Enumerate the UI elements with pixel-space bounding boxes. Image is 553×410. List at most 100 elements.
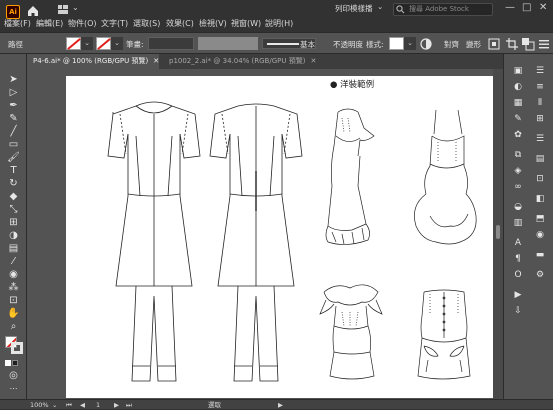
arrange-icon[interactable] bbox=[522, 38, 535, 51]
opacity-label[interactable]: 不透明度 bbox=[333, 39, 363, 50]
paragraph-panel-icon[interactable]: ¶ bbox=[512, 254, 524, 265]
recolor-icon[interactable] bbox=[420, 38, 432, 50]
home-icon[interactable] bbox=[26, 4, 40, 18]
workspace-icon[interactable] bbox=[58, 5, 68, 14]
graphic-styles-panel-icon[interactable]: ▤ bbox=[534, 154, 546, 165]
variables-panel-icon[interactable]: ⚙ bbox=[534, 270, 546, 281]
fill-swatch[interactable] bbox=[66, 37, 81, 50]
blend-tool-icon[interactable]: ◉ bbox=[7, 269, 20, 281]
direct-selection-tool-icon[interactable]: ▷ bbox=[7, 87, 20, 99]
graphic-style-swatch[interactable] bbox=[389, 37, 404, 50]
artboards-panel-icon[interactable]: ⊡ bbox=[534, 174, 546, 185]
transform-panel-icon[interactable]: ⊞ bbox=[534, 114, 546, 125]
actions-panel-icon[interactable]: ▶ bbox=[512, 290, 524, 301]
navigator-panel-icon[interactable]: ◉ bbox=[534, 230, 546, 241]
menu-window[interactable]: 視窗(W) bbox=[231, 18, 261, 29]
free-transform-tool-icon[interactable]: ⊞ bbox=[7, 217, 20, 229]
gradient-panel-icon[interactable]: ▥ bbox=[512, 218, 524, 229]
properties-panel-icon[interactable]: ▣ bbox=[512, 66, 524, 77]
info-panel-icon[interactable]: ▬ bbox=[534, 250, 546, 261]
line-tool-icon[interactable]: ╱ bbox=[7, 126, 20, 138]
eraser-tool-icon[interactable]: ◆ bbox=[7, 191, 20, 203]
tab-document-1[interactable]: P4-6.ai* @ 100% (RGB/GPU 預覽) ✕ bbox=[27, 54, 159, 69]
align-panel-icon[interactable]: ⫴ bbox=[534, 98, 546, 109]
sketch-ruffle-collar-dress bbox=[319, 284, 383, 380]
zoom-tool-icon[interactable]: ⌕ bbox=[7, 321, 20, 333]
close-button[interactable]: ✕ bbox=[539, 2, 547, 13]
stroke-color-icon[interactable] bbox=[11, 342, 23, 354]
curvature-tool-icon[interactable]: ✎ bbox=[7, 113, 20, 125]
maximize-button[interactable]: □ bbox=[522, 2, 531, 13]
search-input[interactable]: 搜尋 Adobe Stock bbox=[393, 3, 493, 16]
default-colors-icon[interactable] bbox=[5, 360, 11, 366]
stroke-panel-icon[interactable]: ≡ bbox=[534, 82, 546, 93]
artboard-tool-icon[interactable]: ⊡ bbox=[7, 295, 20, 307]
stroke-weight-label: 筆畫: bbox=[126, 40, 144, 49]
rotate-tool-icon[interactable]: ↻ bbox=[7, 178, 20, 190]
stroke-dropdown[interactable]: ⌄ bbox=[111, 37, 123, 50]
align-button[interactable]: 對齊 bbox=[444, 39, 459, 50]
appearance-panel-icon[interactable]: ☰ bbox=[534, 134, 546, 145]
stroke-weight-field[interactable] bbox=[148, 37, 194, 50]
symbols-panel-icon[interactable]: ✿ bbox=[512, 130, 524, 141]
pathfinder-panel-icon[interactable]: ⧉ bbox=[512, 150, 524, 161]
stroke-style-label: 基本 bbox=[300, 40, 315, 49]
menu-select[interactable]: 選取(S) bbox=[133, 18, 160, 29]
shape-builder-tool-icon[interactable]: ◑ bbox=[7, 230, 20, 242]
color-panel-icon[interactable]: ◐ bbox=[512, 82, 524, 93]
close-icon[interactable]: ✕ bbox=[310, 57, 316, 65]
swatches-panel-icon[interactable]: ▦ bbox=[512, 98, 524, 109]
stroke-swatch[interactable] bbox=[96, 37, 111, 50]
fill-dropdown[interactable]: ⌄ bbox=[81, 37, 93, 50]
tab-document-1-label: P4-6.ai* @ 100% (RGB/GPU 預覽) bbox=[33, 57, 149, 65]
panel-menu-icon[interactable] bbox=[538, 38, 550, 50]
transform-button[interactable]: 變形 bbox=[466, 39, 481, 50]
type-tool-icon[interactable]: T bbox=[7, 165, 20, 177]
menu-object[interactable]: 物件(O) bbox=[68, 18, 97, 29]
symbol-sprayer-tool-icon[interactable]: ⁂ bbox=[7, 282, 20, 294]
menu-help[interactable]: 說明(H) bbox=[265, 18, 293, 29]
print-mode-chevron-icon[interactable]: ⌄ bbox=[377, 2, 383, 11]
menu-edit[interactable]: 編輯(E) bbox=[36, 18, 63, 29]
character-panel-icon[interactable]: A bbox=[512, 238, 524, 249]
vertical-scroll-thumb[interactable] bbox=[496, 225, 500, 239]
layers-panel-icon[interactable]: ◈ bbox=[512, 166, 524, 177]
selection-tool-icon[interactable]: ➤ bbox=[7, 74, 20, 86]
menu-type[interactable]: 文字(T) bbox=[101, 18, 128, 29]
paintbrush-tool-icon[interactable]: 🖌 bbox=[7, 152, 20, 164]
gradient-tool-icon[interactable]: ▤ bbox=[7, 243, 20, 255]
variable-width-profile[interactable] bbox=[198, 37, 258, 50]
more-tools-icon[interactable]: ⋯ bbox=[7, 383, 20, 395]
swap-colors-icon[interactable] bbox=[12, 360, 18, 366]
app-logo: Ai bbox=[6, 5, 20, 19]
menu-view[interactable]: 檢視(V) bbox=[199, 18, 227, 29]
workspace-chevron-icon[interactable]: ⌄ bbox=[72, 3, 79, 12]
minimize-button[interactable]: — bbox=[505, 2, 515, 13]
hand-tool-icon[interactable]: ✋ bbox=[7, 308, 20, 320]
menu-effect[interactable]: 效果(C) bbox=[166, 18, 194, 29]
fashion-sketches[interactable] bbox=[66, 76, 500, 398]
print-mode-dropdown[interactable]: 列印模樣播 bbox=[335, 3, 373, 14]
close-icon[interactable]: ✕ bbox=[153, 57, 159, 65]
opentype-panel-icon[interactable]: O bbox=[512, 270, 524, 281]
crop-icon[interactable] bbox=[506, 38, 518, 50]
pen-tool-icon[interactable]: ✒ bbox=[7, 100, 20, 112]
tab-document-2[interactable]: p1002_2.ai* @ 34.04% (RGB/GPU 預覽) ✕ bbox=[163, 54, 327, 69]
links-panel-icon[interactable]: ∞ bbox=[512, 182, 524, 193]
libraries-panel-icon[interactable]: ☰ bbox=[534, 66, 546, 77]
draw-mode-icon[interactable]: ◎ bbox=[7, 370, 20, 382]
eyedropper-tool-icon[interactable]: ⁄ bbox=[7, 256, 20, 268]
export-panel-icon[interactable]: ⇩ bbox=[512, 306, 524, 317]
image-trace-panel-icon[interactable]: ◧ bbox=[534, 194, 546, 205]
transparency-panel-icon[interactable]: ◒ bbox=[512, 202, 524, 213]
menu-file[interactable]: 檔案(F) bbox=[4, 18, 31, 29]
brushes-panel-icon[interactable]: ✎ bbox=[512, 114, 524, 125]
title-bar: Ai ⌄ 檔案(F) 編輯(E) 物件(O) 文字(T) 選取(S) 效果(C)… bbox=[0, 0, 553, 32]
tab-document-2-label: p1002_2.ai* @ 34.04% (RGB/GPU 預覽) bbox=[169, 57, 306, 65]
scale-tool-icon[interactable]: ⤡ bbox=[7, 204, 20, 216]
asset-export-panel-icon[interactable]: ⬒ bbox=[534, 214, 546, 225]
isolate-icon[interactable] bbox=[488, 38, 500, 50]
rectangle-tool-icon[interactable]: ▭ bbox=[7, 139, 20, 151]
search-icon bbox=[396, 5, 405, 14]
graphic-style-dropdown[interactable]: ⌄ bbox=[404, 37, 416, 50]
